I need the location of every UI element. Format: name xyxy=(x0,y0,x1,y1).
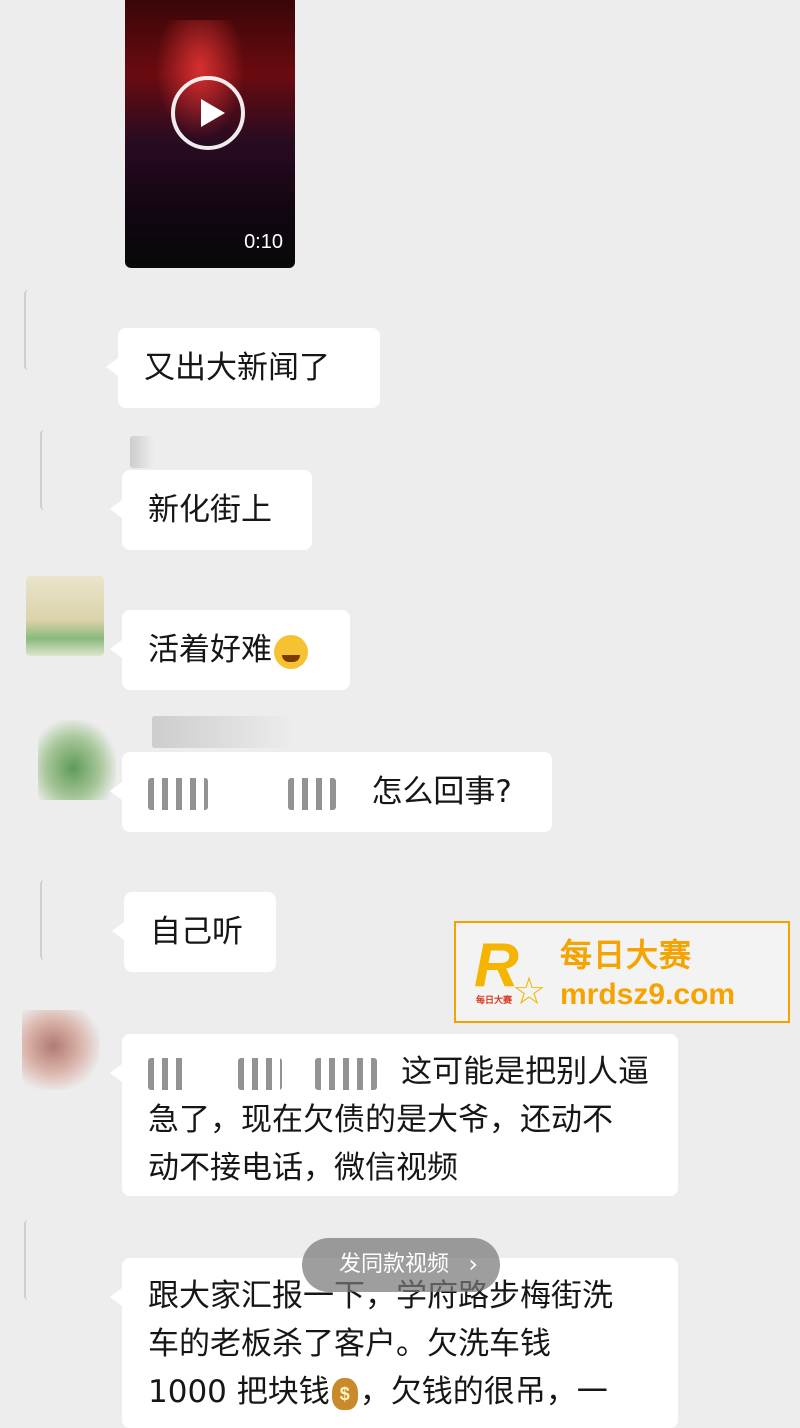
brand-logo-text: 每日大赛 xyxy=(476,996,513,1006)
message-bubble[interactable]: 活着好难 xyxy=(110,610,350,690)
chevron-right-icon: › xyxy=(468,1250,478,1278)
mention-redacted xyxy=(237,1057,282,1090)
message-text: 活着好难 xyxy=(148,632,272,668)
message-bubble[interactable]: 又出大新闻了 xyxy=(106,328,380,408)
play-icon[interactable] xyxy=(171,76,245,150)
message-bubble[interactable]: 怎么回事? xyxy=(110,752,552,832)
message-text: 自己听 xyxy=(150,914,243,950)
message-bubble[interactable]: 新化街上 xyxy=(110,470,312,550)
message-text: 1000 把块钱 xyxy=(148,1374,330,1410)
message-text-line: 急了，现在欠债的是大爷，还动不 xyxy=(148,1102,613,1138)
avatar[interactable] xyxy=(24,290,104,370)
avatar[interactable] xyxy=(40,430,120,510)
message-text-line: 车的老板杀了客户。欠洗车钱 xyxy=(148,1326,551,1362)
sender-name-redacted xyxy=(152,716,332,748)
message-bubble[interactable]: 自己听 xyxy=(112,892,276,972)
message-bubble[interactable]: 这可能是把别人逼 急了，现在欠债的是大爷，还动不 动不接电话，微信视频 xyxy=(110,1034,678,1196)
message-text: 新化街上 xyxy=(148,492,272,528)
mention-redacted xyxy=(287,777,336,810)
message-text: 又出大新闻了 xyxy=(144,350,330,386)
post-same-video-label: 发同款视频 xyxy=(338,1252,449,1277)
message-text-line: 这可能是把别人逼 xyxy=(401,1054,650,1090)
message-text: 怎么回事? xyxy=(371,774,512,810)
video-duration: 0:10 xyxy=(244,231,283,253)
watermark: R ☆ 每日大赛 每日大赛 mrdsz9.com xyxy=(454,921,790,1023)
money-bag-emoji-icon xyxy=(331,1377,358,1410)
avatar[interactable] xyxy=(22,1010,100,1090)
sender-name-redacted xyxy=(130,436,160,468)
brand-url: mrdsz9.com xyxy=(560,978,736,1011)
mention-redacted xyxy=(148,777,208,810)
star-icon: ☆ xyxy=(512,969,547,1013)
crying-laughing-emoji-icon xyxy=(274,634,308,669)
video-message[interactable]: 0:10 xyxy=(125,0,295,268)
brand-name: 每日大赛 xyxy=(560,936,693,974)
avatar[interactable] xyxy=(24,1220,104,1300)
message-text-line: 动不接电话，微信视频 xyxy=(148,1150,458,1186)
mention-redacted xyxy=(315,1057,378,1090)
post-same-video-button[interactable]: 发同款视频 › xyxy=(302,1238,500,1292)
avatar[interactable] xyxy=(38,720,116,800)
mention-redacted xyxy=(148,1057,188,1090)
avatar[interactable] xyxy=(26,576,104,656)
brand-logo: R ☆ 每日大赛 xyxy=(474,931,547,1013)
avatar[interactable] xyxy=(40,880,120,960)
message-text: ，欠钱的很吊，一 xyxy=(359,1374,608,1410)
